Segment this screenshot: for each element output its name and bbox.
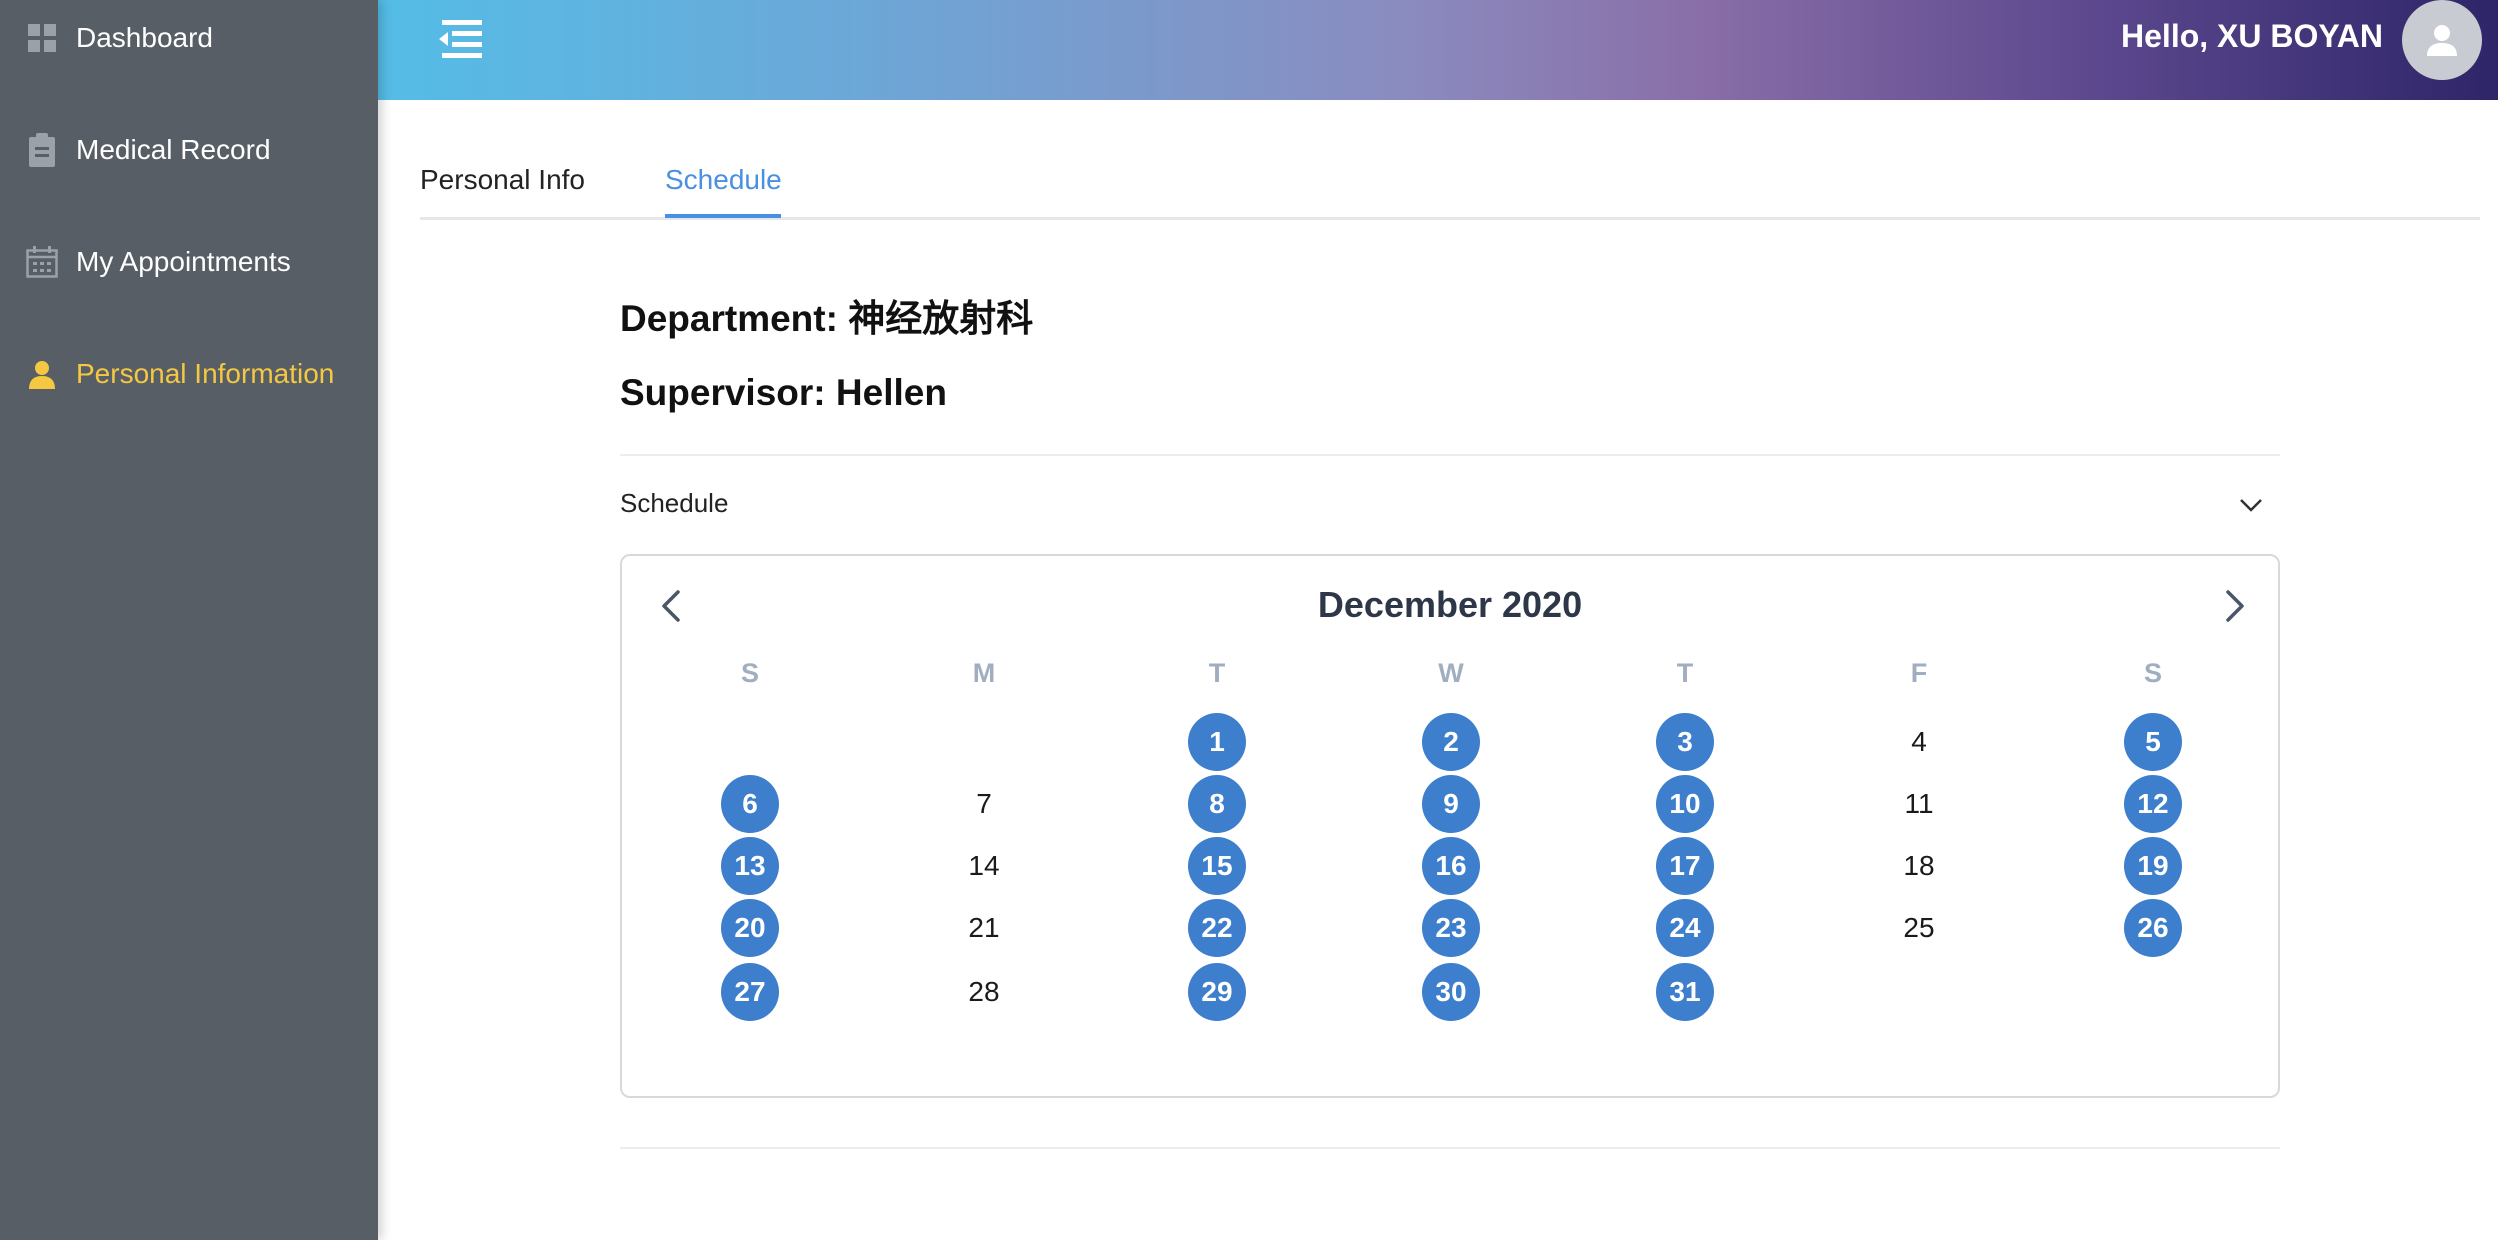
calendar-day-scheduled[interactable]: 29	[1188, 963, 1246, 1021]
grid-icon	[25, 21, 59, 55]
calendar-day-scheduled[interactable]: 6	[721, 775, 779, 833]
calendar-day-scheduled[interactable]: 20	[721, 899, 779, 957]
calendar-day-scheduled[interactable]: 17	[1656, 837, 1714, 895]
user-icon	[25, 357, 59, 391]
calendar-day[interactable]: 14	[955, 837, 1013, 895]
weekday-label: M	[972, 658, 996, 688]
calendar-day-scheduled[interactable]: 26	[2124, 899, 2182, 957]
tab-bar: Personal Info Schedule	[420, 150, 2480, 220]
weekday-label: S	[2143, 658, 2162, 688]
calendar-day-scheduled[interactable]: 8	[1188, 775, 1246, 833]
calendar-day-scheduled[interactable]: 3	[1656, 713, 1714, 771]
calendar-day-scheduled[interactable]: 13	[721, 837, 779, 895]
calendar-day[interactable]: 7	[955, 775, 1013, 833]
calendar-day[interactable]: 21	[955, 899, 1013, 957]
top-header: Hello, XU BOYAN	[378, 0, 2498, 100]
clipboard-icon	[25, 133, 59, 167]
schedule-collapse-title[interactable]: Schedule	[620, 488, 728, 519]
active-tab-indicator	[665, 214, 781, 218]
department-heading: Department: 神经放射科	[620, 298, 1034, 339]
calendar-day-scheduled[interactable]: 16	[1422, 837, 1480, 895]
divider	[620, 454, 2280, 456]
sidebar-item-label: My Appointments	[76, 246, 291, 277]
sidebar-item-label: Dashboard	[76, 22, 213, 53]
chevron-down-icon[interactable]	[2236, 490, 2266, 520]
calendar-day-scheduled[interactable]: 1	[1188, 713, 1246, 771]
menu-collapse-icon[interactable]	[436, 18, 484, 60]
weekday-label: T	[1208, 658, 1226, 688]
weekday-label: W	[1438, 658, 1464, 688]
calendar-day[interactable]: 25	[1890, 899, 1948, 957]
calendar-day-scheduled[interactable]: 27	[721, 963, 779, 1021]
sidebar-item-dashboard[interactable]: Dashboard	[0, 0, 378, 78]
weekday-label: S	[740, 658, 759, 688]
sidebar: Dashboard Medical Record My Appointments…	[0, 0, 378, 1240]
calendar-day-scheduled[interactable]: 24	[1656, 899, 1714, 957]
weekday-label: T	[1676, 658, 1694, 688]
schedule-calendar: December 2020 S M T W T F S 1 2 3 4 5 6 7 8 9 10 11 12 13 14…	[620, 554, 2280, 1098]
calendar-day-scheduled[interactable]: 12	[2124, 775, 2182, 833]
greeting-text: Hello, XU BOYAN	[2121, 18, 2383, 54]
calendar-month-title: December 2020	[1317, 584, 1583, 625]
supervisor-heading: Supervisor: Hellen	[620, 372, 947, 413]
calendar-day-scheduled[interactable]: 9	[1422, 775, 1480, 833]
calendar-day-scheduled[interactable]: 15	[1188, 837, 1246, 895]
divider	[620, 1147, 2280, 1149]
sidebar-item-my-appointments[interactable]: My Appointments	[0, 222, 378, 302]
calendar-day[interactable]: 28	[955, 963, 1013, 1021]
calendar-day-scheduled[interactable]: 19	[2124, 837, 2182, 895]
calendar-day[interactable]: 18	[1890, 837, 1948, 895]
calendar-day-scheduled[interactable]: 10	[1656, 775, 1714, 833]
sidebar-item-medical-record[interactable]: Medical Record	[0, 110, 378, 190]
calendar-day-scheduled[interactable]: 30	[1422, 963, 1480, 1021]
user-avatar-icon[interactable]	[2402, 0, 2482, 80]
chevron-right-icon[interactable]	[2214, 586, 2254, 626]
calendar-day[interactable]: 4	[1890, 713, 1948, 771]
weekday-label: F	[1910, 658, 1928, 688]
sidebar-item-label: Medical Record	[76, 134, 271, 165]
sidebar-item-personal-information[interactable]: Personal Information	[0, 334, 378, 414]
calendar-day-scheduled[interactable]: 22	[1188, 899, 1246, 957]
tab-personal-info[interactable]: Personal Info	[420, 164, 585, 196]
calendar-day-scheduled[interactable]: 2	[1422, 713, 1480, 771]
tab-schedule[interactable]: Schedule	[665, 164, 782, 196]
calendar-day[interactable]: 11	[1890, 775, 1948, 833]
sidebar-item-label: Personal Information	[76, 358, 335, 389]
calendar-day-scheduled[interactable]: 23	[1422, 899, 1480, 957]
calendar-icon	[25, 245, 59, 279]
calendar-day-scheduled[interactable]: 5	[2124, 713, 2182, 771]
calendar-day-scheduled[interactable]: 31	[1656, 963, 1714, 1021]
